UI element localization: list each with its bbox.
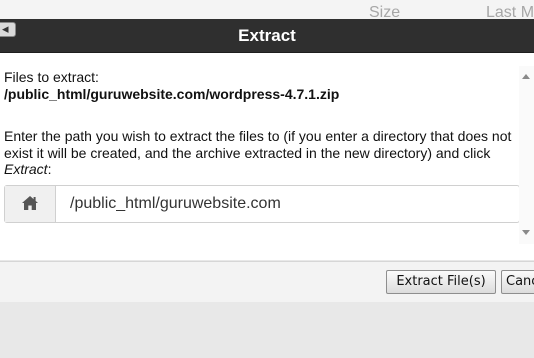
cancel-button[interactable]: Cancel [501,270,534,294]
extract-path-input[interactable] [56,186,518,222]
home-icon [22,196,38,210]
page-background [0,302,534,358]
dialog-title: Extract [238,26,296,45]
scroll-down-arrow-icon[interactable] [522,230,530,235]
file-list-header: Size Last M [0,0,534,21]
path-addon [5,186,56,222]
instructions-emphasis: Extract [4,161,48,177]
dialog-titlebar: ◂ Extract [0,19,534,53]
files-to-extract-path: /public_html/guruwebsite.com/wordpress-4… [4,86,340,102]
dialog-scrollbar[interactable] [519,66,534,244]
dialog-body: Files to extract: /public_html/guruwebsi… [0,53,534,260]
files-to-extract-label: Files to extract: [4,69,99,85]
instructions-text: Enter the path you wish to extract the f… [4,128,512,161]
instructions-end: : [47,161,52,177]
scroll-up-arrow-icon[interactable] [522,74,530,79]
extract-path-group [4,185,520,223]
extract-files-button[interactable]: Extract File(s) [386,270,496,294]
extract-instructions: Enter the path you wish to extract the f… [4,128,514,178]
dialog-footer: Extract File(s) Cancel [0,261,534,302]
